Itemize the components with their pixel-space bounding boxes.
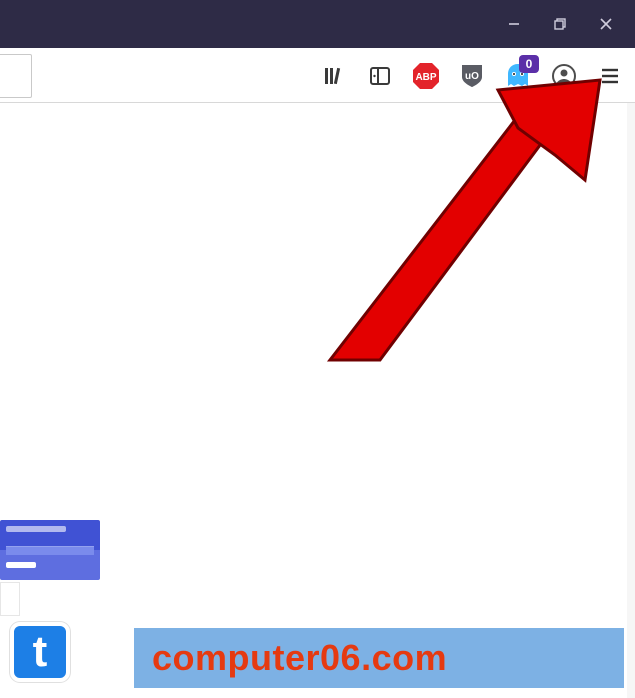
toolbar-right-icons: ABP uO 0	[317, 48, 631, 103]
adblock-plus-icon[interactable]: ABP	[409, 59, 443, 93]
watermark-text: computer06.com	[152, 640, 447, 676]
watermark-bar: computer06.com	[134, 628, 624, 688]
window-titlebar	[0, 0, 635, 48]
ghostery-icon[interactable]: 0	[501, 59, 535, 93]
abp-label: ABP	[415, 72, 436, 83]
ublock-origin-icon[interactable]: uO	[455, 59, 489, 93]
recommendation-thumbnail	[0, 520, 110, 610]
address-bar-fragment[interactable]	[0, 54, 32, 98]
window-minimize-button[interactable]	[491, 0, 537, 48]
thumbnail-side	[0, 582, 20, 616]
window-restore-button[interactable]	[537, 0, 583, 48]
firefox-account-icon[interactable]	[547, 59, 581, 93]
sidebar-icon[interactable]	[363, 59, 397, 93]
site-tile-t: t	[10, 622, 70, 682]
window-close-button[interactable]	[583, 0, 629, 48]
thumbnail-card	[0, 520, 100, 580]
library-icon[interactable]	[317, 59, 351, 93]
ublock-label: uO	[465, 71, 479, 82]
browser-toolbar: ABP uO 0	[0, 48, 635, 103]
content-edge-shadow	[627, 103, 635, 698]
ghostery-badge: 0	[519, 55, 539, 73]
hamburger-menu-icon[interactable]	[593, 59, 627, 93]
